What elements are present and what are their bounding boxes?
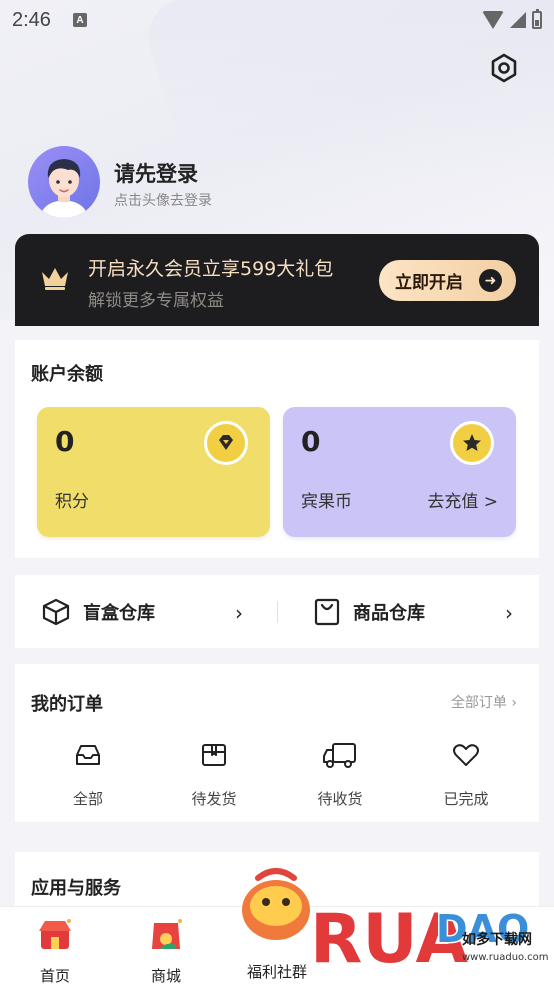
chevron-right-icon: ›	[235, 601, 243, 625]
order-filter-pending-receipt[interactable]: 待收货	[290, 740, 390, 809]
mall-bag-icon	[152, 919, 182, 949]
blindbox-warehouse-label: 盲盒仓库	[83, 602, 155, 624]
nav-mall-label: 商城	[150, 967, 181, 984]
account-balance-card: 账户余额 0 积分 0 宾果币 去充值 >	[15, 340, 539, 558]
wifi-icon	[482, 11, 504, 29]
nav-home-label: 首页	[39, 967, 70, 984]
order-filter-label: 待发货	[191, 790, 237, 808]
my-orders-title: 我的订单	[31, 694, 103, 715]
star-badge-icon	[450, 421, 494, 465]
coins-label: 宾果币	[301, 492, 352, 512]
order-filter-completed[interactable]: 已完成	[416, 740, 516, 809]
order-filter-pending-shipment[interactable]: 待发货	[164, 740, 264, 809]
diamond-badge-icon	[204, 421, 248, 465]
activate-vip-label: 立即开启	[395, 273, 463, 293]
battery-icon	[532, 9, 542, 29]
recharge-link[interactable]: 去充值 >	[427, 487, 498, 512]
truck-icon	[323, 743, 356, 768]
status-indicators	[482, 9, 542, 29]
vip-banner-title: 开启永久会员立享599大礼包	[88, 258, 334, 280]
login-prompt-title[interactable]: 请先登录	[114, 158, 198, 188]
order-filter-label: 已完成	[443, 790, 489, 808]
vip-banner-subtitle: 解锁更多专属权益	[88, 291, 224, 311]
avatar[interactable]	[28, 146, 100, 218]
box-icon	[42, 598, 70, 625]
coins-tile[interactable]: 0 宾果币 去充值 >	[283, 407, 516, 537]
warehouse-card: 盲盒仓库 › 商品仓库 ›	[15, 575, 539, 648]
account-balance-title: 账户余额	[31, 364, 103, 385]
heart-icon	[453, 744, 479, 766]
all-orders-link[interactable]: 全部订单 ›	[451, 692, 517, 712]
apps-services-title: 应用与服务	[31, 878, 121, 899]
notification-icon: A	[72, 13, 87, 27]
crown-icon	[42, 268, 68, 290]
blindbox-warehouse-button[interactable]: 盲盒仓库	[41, 575, 155, 648]
points-value: 0	[55, 425, 75, 458]
divider	[277, 601, 278, 623]
package-icon	[202, 744, 226, 766]
coins-value: 0	[301, 425, 321, 458]
order-filter-label: 待收货	[317, 790, 363, 808]
watermark-tagline: 如多下载网	[462, 931, 532, 948]
points-label: 积分	[55, 492, 89, 512]
goods-warehouse-button[interactable]: 商品仓库	[313, 575, 425, 648]
status-bar: 2:46 A	[0, 0, 554, 40]
goods-warehouse-label: 商品仓库	[353, 602, 425, 624]
settings-hexagon-icon	[491, 53, 517, 83]
shopping-bag-icon	[314, 598, 340, 625]
home-shop-icon	[39, 919, 71, 949]
status-time: 2:46	[12, 8, 51, 31]
settings-button[interactable]	[488, 52, 520, 84]
watermark-logo: RUA DAO 如多下载网 www.ruaduo.com	[242, 868, 549, 981]
points-tile[interactable]: 0 积分	[37, 407, 270, 537]
my-orders-card: 我的订单 全部订单 › 全部 待发货 待收货 已完成	[15, 664, 539, 822]
watermark-url: www.ruaduo.com	[462, 952, 549, 963]
activate-vip-button[interactable]: 立即开启 ➜	[379, 260, 516, 301]
chevron-right-icon: ›	[505, 601, 513, 625]
login-prompt-subtitle: 点击头像去登录	[114, 193, 212, 209]
arrow-right-icon: ➜	[479, 269, 502, 292]
inbox-icon	[76, 745, 100, 765]
signal-icon	[510, 12, 526, 28]
nav-mall[interactable]: 商城	[121, 915, 211, 984]
vip-banner[interactable]: 开启永久会员立享599大礼包 解锁更多专属权益 立即开启 ➜	[15, 234, 539, 326]
order-filter-all[interactable]: 全部	[38, 740, 138, 809]
avatar-boy-icon	[40, 159, 88, 218]
order-filter-label: 全部	[72, 790, 103, 808]
nav-home[interactable]: 首页	[10, 915, 100, 984]
